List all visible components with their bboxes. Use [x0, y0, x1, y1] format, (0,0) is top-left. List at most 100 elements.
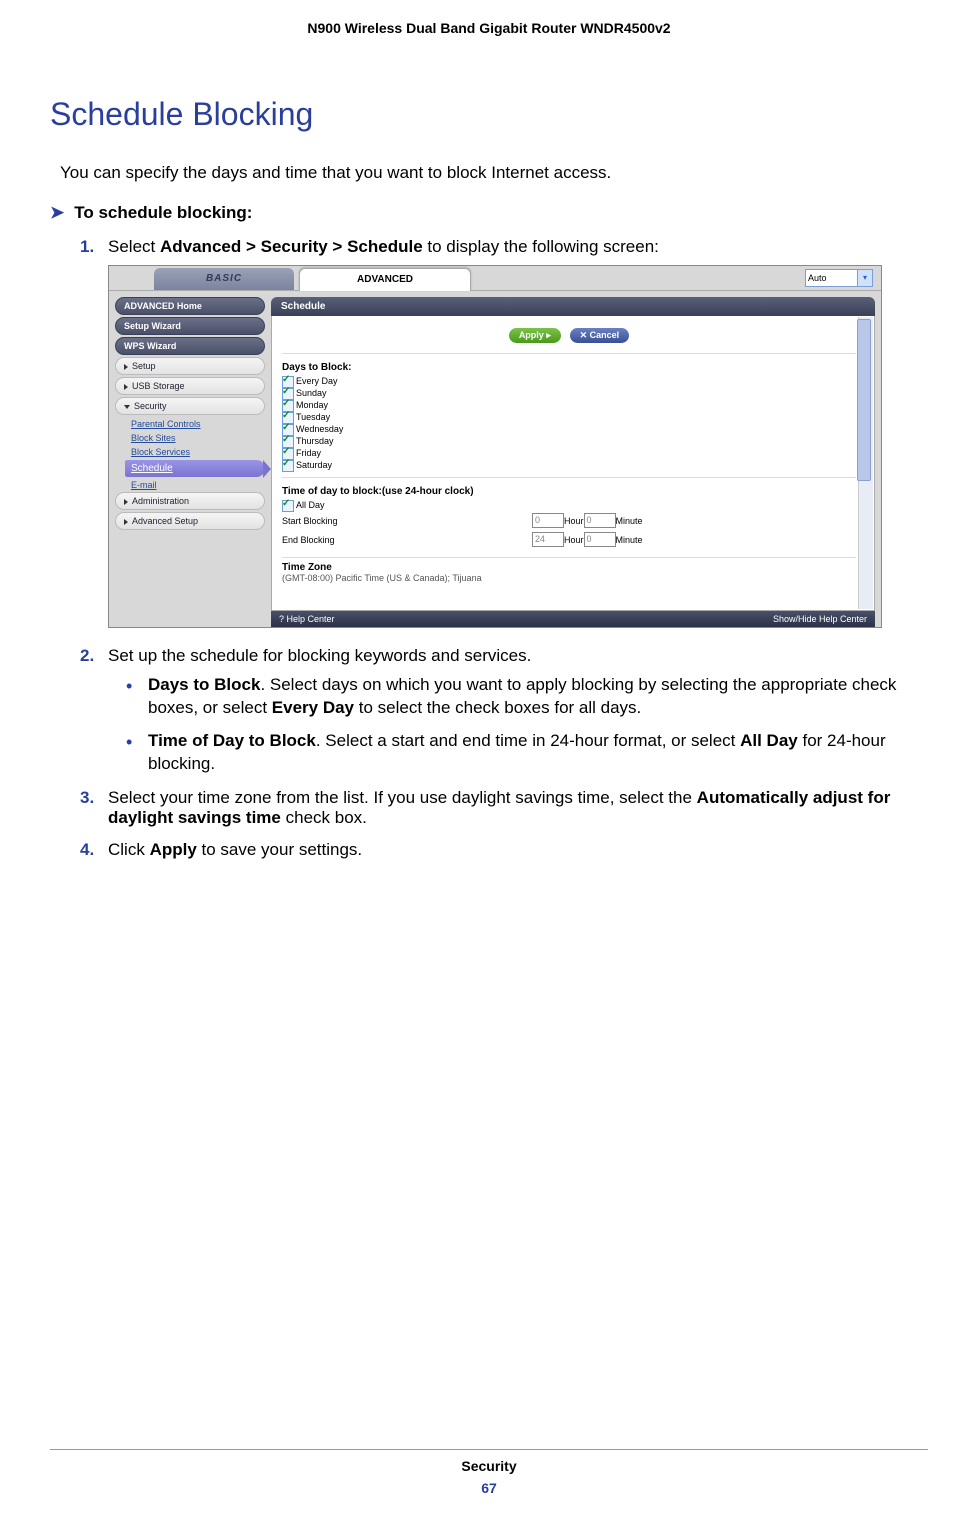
- bullet-bold: Days to Block: [148, 675, 260, 694]
- apply-button[interactable]: Apply ▸: [509, 328, 561, 343]
- bullet-bold: All Day: [740, 731, 798, 750]
- chk-every-day[interactable]: Every Day: [282, 375, 856, 387]
- step-2: 2. Set up the schedule for blocking keyw…: [80, 646, 928, 776]
- sidebar-administration[interactable]: Administration: [115, 492, 265, 510]
- step-text: check box.: [281, 808, 367, 827]
- step-text: Set up the schedule for blocking keyword…: [108, 646, 531, 665]
- section-heading: Schedule Blocking: [50, 96, 928, 133]
- footer-page-number: 67: [50, 1480, 928, 1496]
- checkbox-icon: [282, 460, 294, 472]
- chk-friday[interactable]: Friday: [282, 447, 856, 459]
- sidebar-submenu: Parental Controls Block Sites Block Serv…: [115, 417, 265, 492]
- bullet-text: to select the check boxes for all days.: [354, 698, 641, 717]
- chk-tuesday[interactable]: Tuesday: [282, 411, 856, 423]
- chk-wednesday[interactable]: Wednesday: [282, 423, 856, 435]
- help-footer: ? Help Center Show/Hide Help Center: [271, 611, 875, 627]
- start-hour-input[interactable]: 0: [532, 513, 564, 528]
- page-footer: Security 67: [50, 1449, 928, 1496]
- tab-advanced[interactable]: ADVANCED: [299, 268, 471, 291]
- sidebar-parental-controls[interactable]: Parental Controls: [131, 417, 265, 431]
- step-text: Click: [108, 840, 150, 859]
- panel-title: Schedule: [271, 297, 875, 316]
- scrollbar-thumb[interactable]: [857, 319, 871, 481]
- chk-monday[interactable]: Monday: [282, 399, 856, 411]
- caret-icon: [124, 384, 128, 390]
- checkbox-icon: [282, 500, 294, 512]
- sidebar-usb-storage[interactable]: USB Storage: [115, 377, 265, 395]
- cancel-button[interactable]: ✕ Cancel: [570, 328, 630, 343]
- footer-category: Security: [50, 1458, 928, 1474]
- bullet-bold: Time of Day to Block: [148, 731, 316, 750]
- intro-text: You can specify the days and time that y…: [60, 163, 918, 183]
- timezone-value: (GMT-08:00) Pacific Time (US & Canada); …: [282, 573, 856, 583]
- step-bold: Advanced > Security > Schedule: [160, 237, 423, 256]
- chk-sunday[interactable]: Sunday: [282, 387, 856, 399]
- start-minute-input[interactable]: 0: [584, 513, 616, 528]
- chevron-down-icon: ▾: [857, 270, 872, 286]
- procedure-heading: ➤ To schedule blocking:: [50, 203, 928, 223]
- help-icon: ?: [279, 614, 284, 624]
- panel-body: Apply ▸ ✕ Cancel Days to Block: Every Da…: [271, 316, 875, 611]
- step-3: 3. Select your time zone from the list. …: [80, 788, 928, 828]
- time-of-day-label: Time of day to block:(use 24-hour clock): [282, 486, 856, 497]
- sidebar-advanced-home[interactable]: ADVANCED Home: [115, 297, 265, 315]
- scrollbar-track[interactable]: [858, 317, 873, 609]
- help-toggle-link[interactable]: Show/Hide Help Center: [773, 614, 867, 624]
- chk-thursday[interactable]: Thursday: [282, 435, 856, 447]
- step-number: 1.: [80, 237, 94, 257]
- step-text: to save your settings.: [197, 840, 362, 859]
- sidebar: ADVANCED Home Setup Wizard WPS Wizard Se…: [115, 297, 265, 627]
- end-blocking-row: End Blocking 24 Hour 0 Minute: [282, 530, 856, 549]
- language-select[interactable]: Auto ▾: [805, 269, 873, 287]
- step-number: 3.: [80, 788, 94, 808]
- days-to-block-label: Days to Block:: [282, 362, 856, 373]
- procedure-title: To schedule blocking:: [74, 203, 252, 222]
- end-minute-input[interactable]: 0: [584, 532, 616, 547]
- button-row: Apply ▸ ✕ Cancel: [282, 320, 856, 354]
- sidebar-setup[interactable]: Setup: [115, 357, 265, 375]
- step-number: 4.: [80, 840, 94, 860]
- language-value: Auto: [808, 273, 827, 283]
- start-blocking-row: Start Blocking 0 Hour 0 Minute: [282, 511, 856, 530]
- doc-header: N900 Wireless Dual Band Gigabit Router W…: [50, 20, 928, 36]
- minute-label: Minute: [616, 535, 643, 545]
- step-1: 1. Select Advanced > Security > Schedule…: [80, 237, 928, 628]
- caret-icon: [124, 364, 128, 370]
- timezone-label: Time Zone: [282, 557, 856, 573]
- sidebar-security[interactable]: Security: [115, 397, 265, 415]
- caret-icon: [124, 499, 128, 505]
- end-label: End Blocking: [282, 535, 532, 545]
- hour-label: Hour: [564, 516, 584, 526]
- sidebar-wps-wizard[interactable]: WPS Wizard: [115, 337, 265, 355]
- step-text: Select your time zone from the list. If …: [108, 788, 697, 807]
- help-center-link[interactable]: ? Help Center: [279, 614, 335, 624]
- sidebar-block-services[interactable]: Block Services: [131, 445, 265, 459]
- end-hour-input[interactable]: 24: [532, 532, 564, 547]
- router-screenshot: BASIC ADVANCED Auto ▾ ADVANCED Home Setu…: [108, 265, 882, 628]
- start-label: Start Blocking: [282, 516, 532, 526]
- step-text: to display the following screen:: [423, 237, 659, 256]
- bullet-bold: Every Day: [272, 698, 354, 717]
- arrow-icon: ➤: [50, 203, 64, 222]
- sidebar-schedule-active[interactable]: Schedule: [125, 460, 265, 477]
- minute-label: Minute: [616, 516, 643, 526]
- sidebar-email[interactable]: E-mail: [131, 478, 265, 492]
- sidebar-block-sites[interactable]: Block Sites: [131, 431, 265, 445]
- chk-saturday[interactable]: Saturday: [282, 459, 856, 471]
- tab-bar: BASIC ADVANCED Auto ▾: [109, 266, 881, 291]
- caret-icon: [124, 519, 128, 525]
- bullet-text: . Select a start and end time in 24-hour…: [316, 731, 740, 750]
- step-bold: Apply: [150, 840, 197, 859]
- chk-all-day[interactable]: All Day: [282, 499, 856, 511]
- sidebar-advanced-setup[interactable]: Advanced Setup: [115, 512, 265, 530]
- sidebar-setup-wizard[interactable]: Setup Wizard: [115, 317, 265, 335]
- main-panel: Schedule Apply ▸ ✕ Cancel Days to Block:: [271, 297, 875, 627]
- caret-down-icon: [124, 405, 130, 409]
- hour-label: Hour: [564, 535, 584, 545]
- bullet-time: Time of Day to Block. Select a start and…: [126, 730, 928, 776]
- tab-basic[interactable]: BASIC: [154, 268, 294, 290]
- step-number: 2.: [80, 646, 94, 666]
- step-4: 4. Click Apply to save your settings.: [80, 840, 928, 860]
- bullet-days: Days to Block. Select days on which you …: [126, 674, 928, 720]
- step-text: Select: [108, 237, 160, 256]
